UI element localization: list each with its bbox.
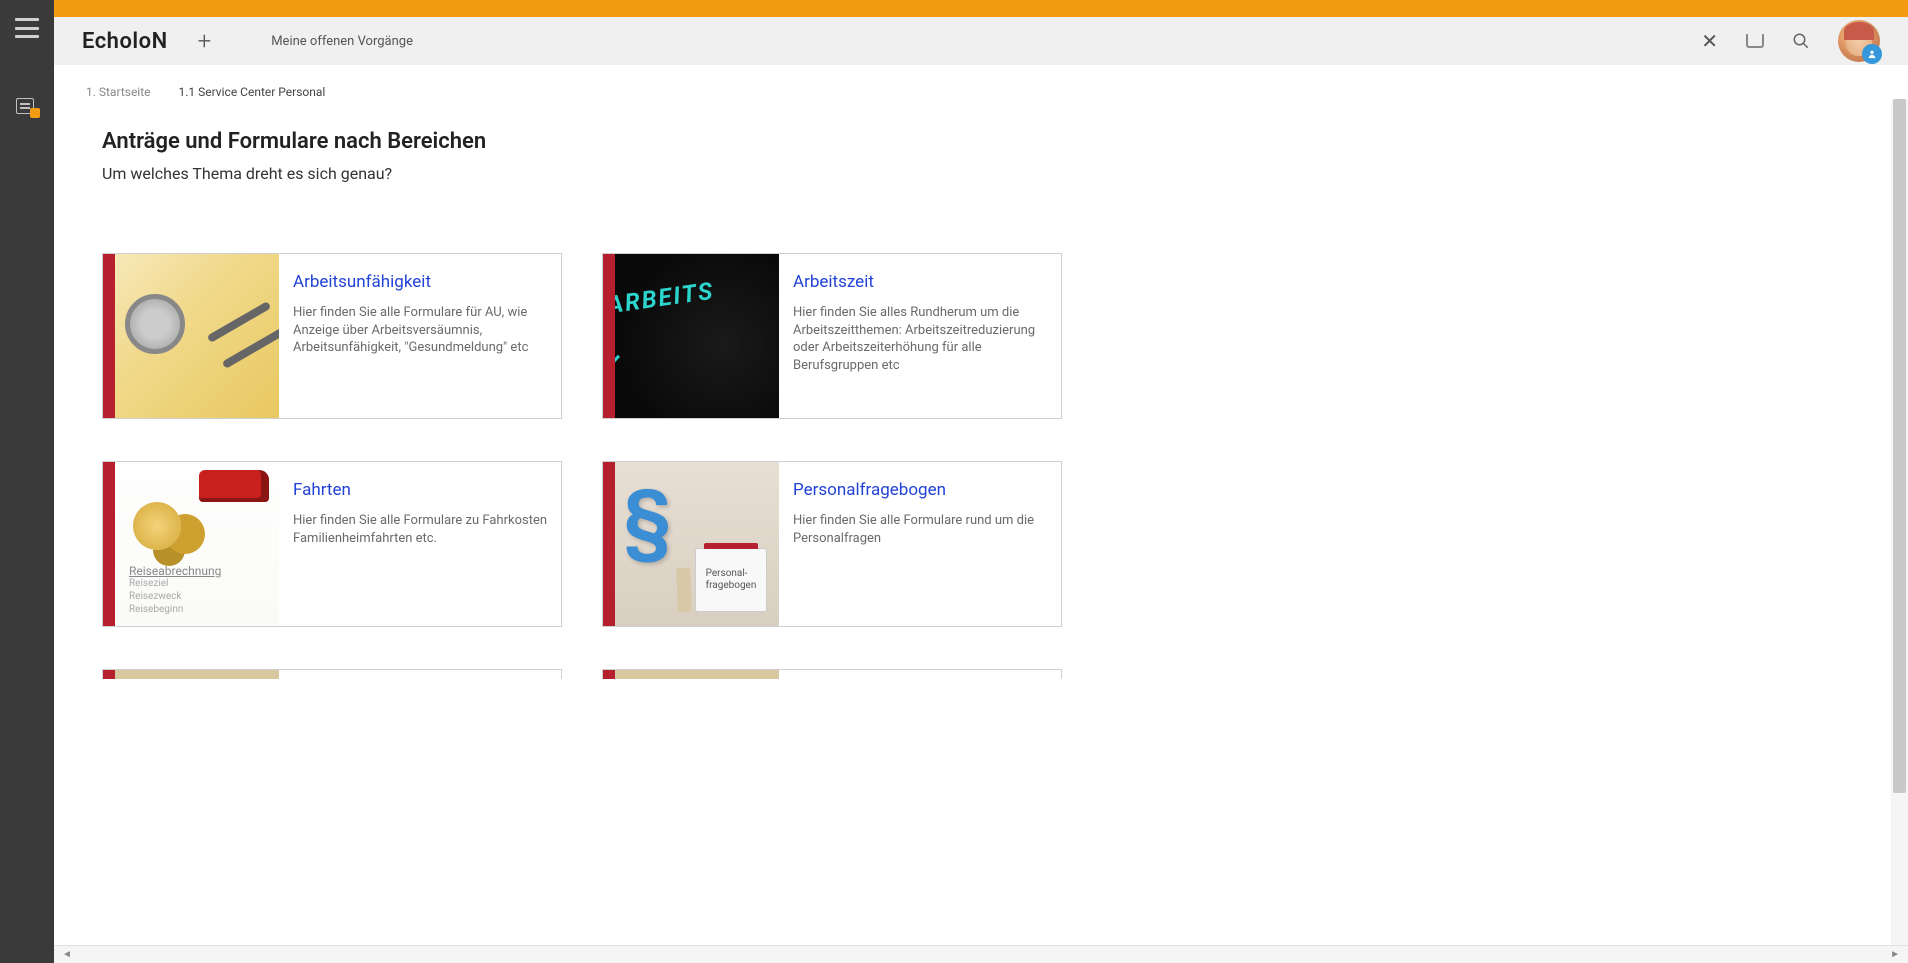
card-image-travel: Reiseziel Reisezweck Reisebeginn [115, 462, 279, 626]
close-icon[interactable]: ✕ [1701, 29, 1718, 53]
card-title: Fahrten [293, 480, 551, 500]
add-button[interactable]: + [198, 27, 212, 55]
scroll-left-icon[interactable]: ◄ [58, 949, 76, 960]
user-avatar[interactable] [1838, 20, 1880, 62]
card-description: Hier finden Sie alles Rundherum um die A… [793, 304, 1051, 374]
brand-stripe [54, 0, 1908, 17]
spacebar-icon[interactable] [1746, 34, 1764, 48]
card-fahrten[interactable]: Reiseziel Reisezweck Reisebeginn Fahrten… [102, 461, 562, 627]
card-description: Hier finden Sie alle Formulare zu Fahrko… [293, 512, 551, 547]
main-area: EcholoN + Meine offenen Vorgänge ✕ 1. St [54, 0, 1908, 963]
card-row-partial [102, 669, 1566, 679]
card-title: Personalfragebogen [793, 480, 1051, 500]
menu-toggle-icon[interactable] [15, 18, 39, 38]
card-accent [603, 462, 615, 626]
card-accent [103, 254, 115, 418]
breadcrumb-home[interactable]: 1. Startseite [86, 85, 151, 99]
card-accent [103, 462, 115, 626]
card-arbeitszeit[interactable]: Arbeitszeit Hier finden Sie alles Rundhe… [602, 253, 1062, 419]
card-image-personal: Personal- fragebogen [615, 462, 779, 626]
card-stub[interactable] [102, 669, 562, 679]
topbar: EcholoN + Meine offenen Vorgänge ✕ [54, 17, 1908, 65]
folder-label: Personal- fragebogen [695, 548, 767, 612]
page-subtitle: Um welches Thema dreht es sich genau? [102, 164, 1566, 183]
app-logo: EcholoN [82, 29, 168, 54]
page-title: Anträge und Formulare nach Bereichen [102, 129, 1566, 154]
horizontal-scrollbar[interactable]: ◄ ► [54, 945, 1908, 963]
sidebar-item-documents[interactable] [16, 98, 38, 116]
card-arbeitsunfaehigkeit[interactable]: Arbeitsunfähigkeit Hier finden Sie alle … [102, 253, 562, 419]
card-image-medical [115, 254, 279, 418]
notification-badge-icon [30, 108, 40, 118]
card-description: Hier finden Sie alle Formulare rund um d… [793, 512, 1051, 547]
card-title: Arbeitszeit [793, 272, 1051, 292]
card-stub[interactable] [602, 669, 1062, 679]
breadcrumb-current[interactable]: 1.1 Service Center Personal [179, 85, 326, 99]
card-description: Hier finden Sie alle Formulare für AU, w… [293, 304, 551, 357]
vertical-scrollbar[interactable] [1891, 99, 1908, 945]
breadcrumb: 1. Startseite 1.1 Service Center Persona… [54, 65, 1908, 99]
sidebar [0, 0, 54, 963]
travel-lines: Reiseziel Reisezweck Reisebeginn [129, 577, 183, 616]
topbar-title[interactable]: Meine offenen Vorgänge [271, 34, 413, 49]
user-status-badge-icon [1862, 44, 1882, 64]
card-accent [603, 254, 615, 418]
card-title: Arbeitsunfähigkeit [293, 272, 551, 292]
scroll-right-icon[interactable]: ► [1886, 949, 1904, 960]
search-icon[interactable] [1792, 32, 1810, 50]
card-image-clock [615, 254, 779, 418]
content-scroll[interactable]: Anträge und Formulare nach Bereichen Um … [54, 99, 1908, 945]
card-grid: Arbeitsunfähigkeit Hier finden Sie alle … [102, 253, 1566, 627]
card-personalfragebogen[interactable]: Personal- fragebogen Personalfragebogen … [602, 461, 1062, 627]
